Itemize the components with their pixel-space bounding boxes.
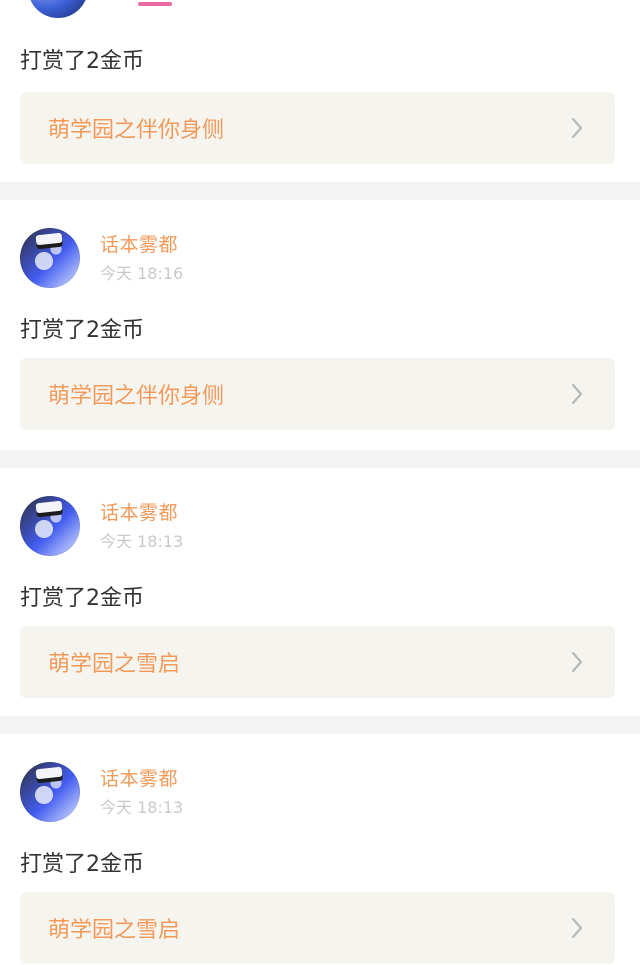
work-link[interactable]: 萌学园之伴你身侧 bbox=[20, 358, 615, 430]
work-title: 萌学园之伴你身侧 bbox=[48, 384, 225, 409]
separator bbox=[0, 182, 640, 200]
separator bbox=[0, 450, 640, 468]
pink-indicator bbox=[138, 2, 172, 6]
reward-feed: 打赏了2金币 萌学园之伴你身侧 话本雾都 今天 18:16 打赏了2金币 萌学园… bbox=[0, 0, 640, 965]
username[interactable]: 话本雾都 bbox=[100, 764, 178, 791]
work-link[interactable]: 萌学园之雪启 bbox=[20, 626, 615, 698]
chevron-right-icon bbox=[563, 648, 591, 676]
avatar[interactable] bbox=[28, 0, 88, 18]
feed-card: 话本雾都 今天 18:13 打赏了2金币 萌学园之雪启 bbox=[0, 734, 640, 965]
chevron-right-icon bbox=[563, 114, 591, 142]
work-title: 萌学园之雪启 bbox=[48, 652, 181, 677]
reward-text: 打赏了2金币 bbox=[20, 49, 144, 74]
feed-card: 话本雾都 今天 18:13 打赏了2金币 萌学园之雪启 bbox=[0, 468, 640, 716]
user-row: 话本雾都 今天 18:13 bbox=[20, 758, 620, 822]
separator bbox=[0, 716, 640, 734]
work-title: 萌学园之伴你身侧 bbox=[48, 118, 225, 143]
reward-text: 打赏了2金币 bbox=[20, 586, 144, 611]
timestamp: 今天 18:13 bbox=[100, 532, 184, 551]
reward-text: 打赏了2金币 bbox=[20, 318, 144, 343]
timestamp: 今天 18:16 bbox=[100, 264, 184, 283]
work-link[interactable]: 萌学园之雪启 bbox=[20, 892, 615, 964]
reward-text: 打赏了2金币 bbox=[20, 852, 144, 877]
feed-card-partial: 打赏了2金币 萌学园之伴你身侧 bbox=[0, 0, 640, 182]
username[interactable]: 话本雾都 bbox=[100, 498, 178, 525]
work-link[interactable]: 萌学园之伴你身侧 bbox=[20, 92, 615, 164]
timestamp: 今天 18:13 bbox=[100, 798, 184, 817]
user-row: 话本雾都 今天 18:13 bbox=[20, 492, 620, 556]
chevron-right-icon bbox=[563, 380, 591, 408]
work-title: 萌学园之雪启 bbox=[48, 918, 181, 943]
chevron-right-icon bbox=[563, 914, 591, 942]
avatar[interactable] bbox=[20, 762, 80, 822]
feed-card: 话本雾都 今天 18:16 打赏了2金币 萌学园之伴你身侧 bbox=[0, 200, 640, 450]
avatar[interactable] bbox=[20, 228, 80, 288]
avatar[interactable] bbox=[20, 496, 80, 556]
user-row: 话本雾都 今天 18:16 bbox=[20, 224, 620, 288]
username[interactable]: 话本雾都 bbox=[100, 230, 178, 257]
